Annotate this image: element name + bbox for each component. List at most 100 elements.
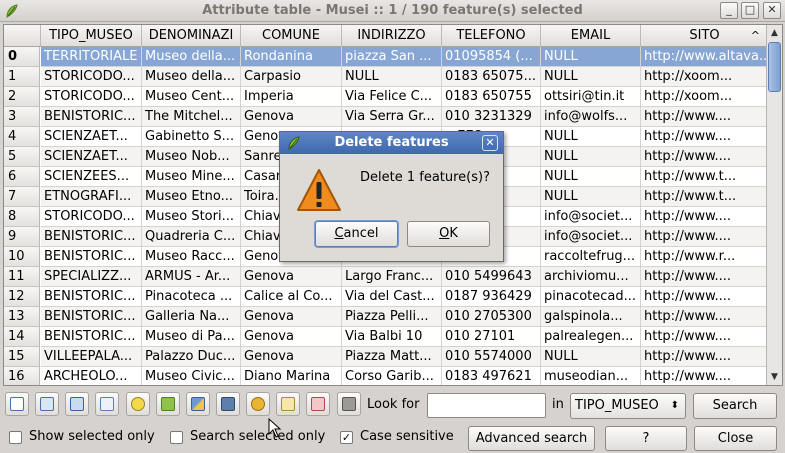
cell-email[interactable]: info@societ... [541,207,641,227]
cell-indirizzo[interactable]: Via Balbi 10 [342,327,442,347]
cell-sito[interactable]: http://www.... [641,307,768,327]
row-header[interactable]: 10 [4,247,40,267]
cell-sito[interactable]: http://www.r... [641,247,768,267]
cell-sito[interactable]: http://www.altava... [641,47,768,67]
cell-indirizzo[interactable]: NULL [342,67,442,87]
cell-email[interactable]: ottsiri@tin.it [541,87,641,107]
scroll-up-icon[interactable]: ▲ [767,25,782,41]
toolbar-button-9[interactable] [246,392,270,416]
cell-telefono[interactable]: 01095854 (... [442,47,541,67]
search-input[interactable] [427,393,546,418]
cell-denominazi[interactable]: Museo della... [142,67,241,87]
cell-denominazi[interactable]: Museo della... [142,47,241,67]
cell-sito[interactable]: http://www.t... [641,167,768,187]
cell-denominazi[interactable]: Museo di Pa... [142,327,241,347]
table-row[interactable]: 12 BENISTORIC... Pinacoteca ... Calice al C… [4,287,768,307]
row-header[interactable]: 8 [4,207,40,227]
table-row[interactable]: 1 STORICODO... Museo della... Carpasio NULL 0… [4,67,768,87]
row-header[interactable]: 5 [4,147,40,167]
case-sensitive-label[interactable]: Case sensitive [360,429,454,444]
show-selected-only-checkbox[interactable] [9,431,22,444]
cell-tipo-museo[interactable]: STORICODO... [41,87,142,107]
cell-email[interactable]: info@societ... [541,227,641,247]
cell-telefono[interactable]: 010 27101 [442,327,541,347]
cell-comune[interactable]: Rondanina [241,47,342,67]
row-header[interactable]: 4 [4,127,40,147]
cell-comune[interactable]: Imperia [241,87,342,107]
maximize-button[interactable]: □ [741,2,759,19]
advanced-search-button[interactable]: Advanced search [468,426,595,451]
cell-tipo-museo[interactable]: BENISTORIC... [41,287,142,307]
cell-sito[interactable]: http://www.... [641,127,768,147]
toolbar-button-4[interactable] [95,392,119,416]
toolbar-button-11[interactable] [306,392,330,416]
cell-telefono[interactable]: 0183 65075... [442,67,541,87]
column-header-indirizzo[interactable]: INDIRIZZO [342,25,442,47]
row-header[interactable]: 0 [4,47,40,67]
cell-indirizzo[interactable]: Via del Cast... [342,287,442,307]
cell-denominazi[interactable]: Pinacoteca ... [142,287,241,307]
toolbar-button-7[interactable] [186,392,210,416]
toolbar-button-1[interactable] [5,392,29,416]
cell-tipo-museo[interactable]: SCIENZAET... [41,147,142,167]
cell-telefono[interactable]: 0183 650755 [442,87,541,107]
cell-denominazi[interactable]: Museo Nob... [142,147,241,167]
ok-button[interactable]: OK [407,221,490,247]
cell-telefono[interactable]: 0187 936429 [442,287,541,307]
cell-indirizzo[interactable]: Via Serra Gr... [342,107,442,127]
cell-email[interactable]: NULL [541,47,641,67]
toolbar-button-6[interactable] [156,392,180,416]
cell-denominazi[interactable]: Galleria Na... [142,307,241,327]
cell-tipo-museo[interactable]: BENISTORIC... [41,247,142,267]
cell-sito[interactable]: http://www.... [641,107,768,127]
column-header-sito[interactable]: SITO ^ [641,25,768,47]
toolbar-button-10[interactable] [276,392,300,416]
cell-denominazi[interactable]: Gabinetto S... [142,127,241,147]
scroll-down-icon[interactable]: ▼ [767,369,782,385]
cell-telefono[interactable]: 010 2705300 [442,307,541,327]
show-selected-only-label[interactable]: Show selected only [29,429,155,444]
minimize-button[interactable]: _ [720,2,738,19]
cell-indirizzo[interactable]: Piazza Matt... [342,347,442,367]
cell-comune[interactable]: Genova [241,327,342,347]
table-row[interactable]: 11 SPECIALIZZ... ARMUS - Ar... Genova Largo … [4,267,768,287]
row-header[interactable]: 15 [4,347,40,367]
cell-tipo-museo[interactable]: STORICODO... [41,207,142,227]
cell-tipo-museo[interactable]: BENISTORIC... [41,227,142,247]
cell-sito[interactable]: http://www.... [641,227,768,247]
cell-tipo-museo[interactable]: BENISTORIC... [41,307,142,327]
cell-sito[interactable]: http://www.... [641,267,768,287]
cell-denominazi[interactable]: ARMUS - Ar... [142,267,241,287]
table-row[interactable]: 2 STORICODO... Museo Cent... Imperia Via Fel… [4,87,768,107]
cell-telefono[interactable]: 010 3231329 [442,107,541,127]
cell-sito[interactable]: http://xoom... [641,87,768,107]
row-header[interactable]: 13 [4,307,40,327]
cell-tipo-museo[interactable]: ETNOGRAFI... [41,187,142,207]
cell-email[interactable]: NULL [541,67,641,87]
search-selected-only-label[interactable]: Search selected only [190,429,325,444]
table-row[interactable]: 0 TERRITORIALE Museo della... Rondanina piaz… [4,47,768,67]
cell-tipo-museo[interactable]: TERRITORIALE [41,47,142,67]
cell-indirizzo[interactable]: piazza San ... [342,47,442,67]
toolbar-button-5[interactable] [126,392,150,416]
cell-telefono[interactable]: 0183 497621 [442,367,541,385]
toolbar-button-3[interactable] [65,392,89,416]
close-button[interactable]: Close [694,426,777,451]
cell-email[interactable]: raccoltefrug... [541,247,641,267]
column-header-denominazi[interactable]: DENOMINAZI [142,25,241,47]
row-header[interactable]: 14 [4,327,40,347]
cell-email[interactable]: archiviomu... [541,267,641,287]
cell-email[interactable]: palrealegen... [541,327,641,347]
column-header-tipo-museo[interactable]: TIPO_MUSEO [41,25,142,47]
table-row[interactable]: 16 ARCHEOLO... Museo Civic... Diano Marina C… [4,367,768,385]
cell-comune[interactable]: Genova [241,307,342,327]
cell-tipo-museo[interactable]: SPECIALIZZ... [41,267,142,287]
cell-tipo-museo[interactable]: SCIENZEES... [41,167,142,187]
scrollbar-thumb[interactable] [768,42,781,92]
vertical-scrollbar[interactable]: ▲ ▼ [766,25,782,385]
cell-tipo-museo[interactable]: SCIENZAET... [41,127,142,147]
cell-sito[interactable]: http://www.... [641,207,768,227]
cell-denominazi[interactable]: Museo Etno... [142,187,241,207]
row-header[interactable]: 12 [4,287,40,307]
cell-denominazi[interactable]: Museo Racc... [142,247,241,267]
